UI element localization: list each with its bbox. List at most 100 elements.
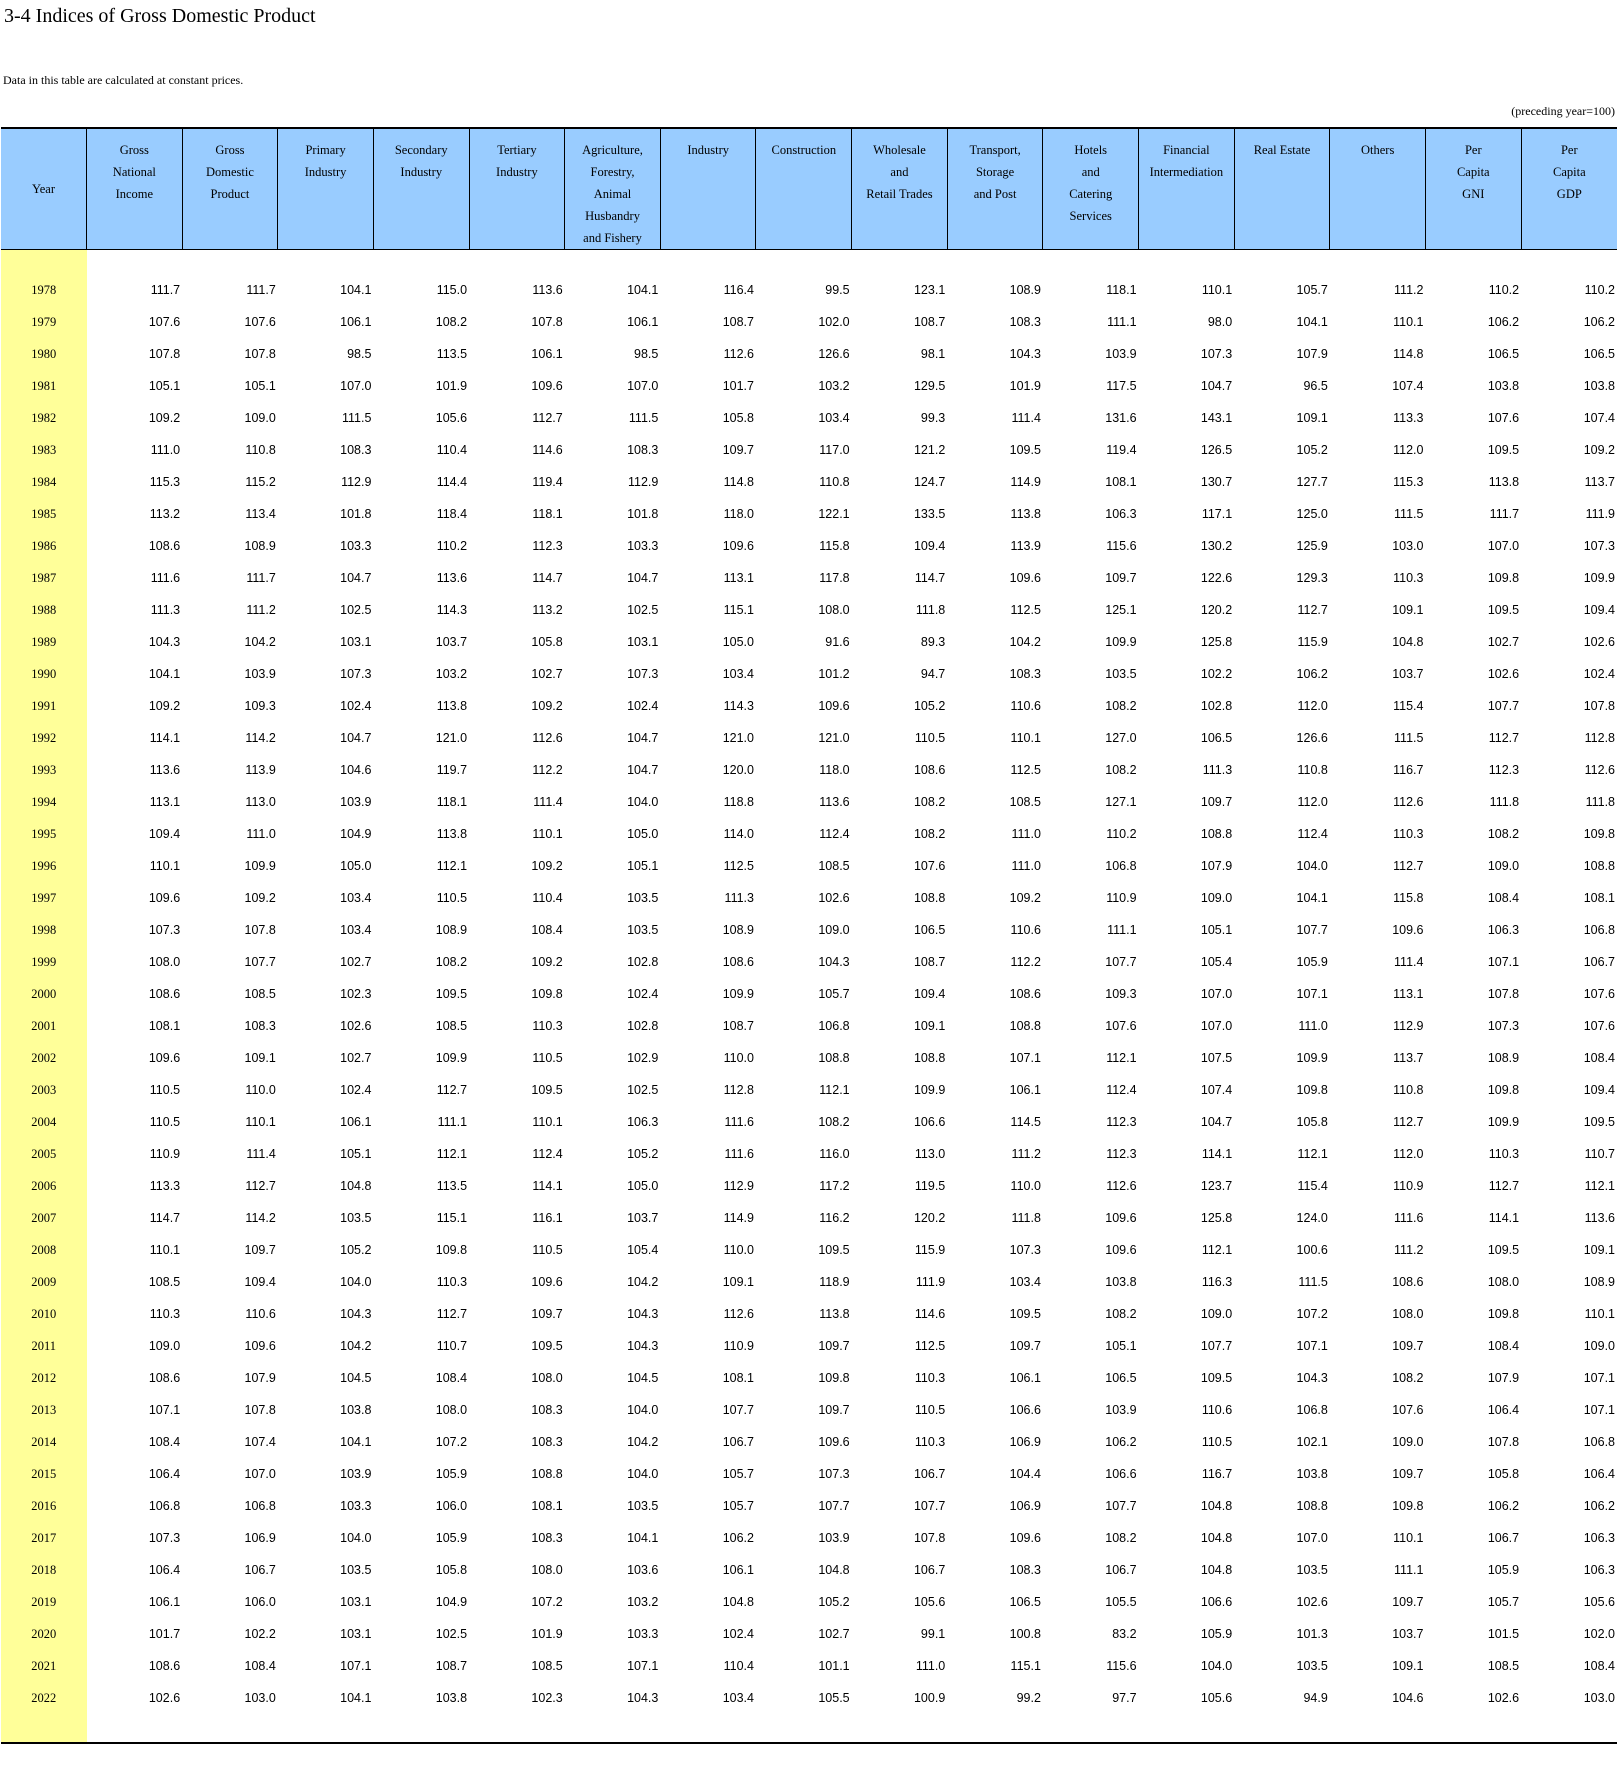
value-cell: 121.0 <box>722 731 754 745</box>
value-cell: 126.6 <box>818 347 850 361</box>
value-cell: 116.2 <box>819 1211 850 1225</box>
value-cell: 109.9 <box>1583 571 1615 585</box>
value-cell: 108.6 <box>148 1659 181 1673</box>
value-cell: 112.0 <box>1393 443 1424 457</box>
value-cell: 109.5 <box>531 1083 563 1097</box>
value-cell: 103.4 <box>340 923 372 937</box>
value-cell: 105.8 <box>1487 1467 1520 1481</box>
value-cell: 106.7 <box>1105 1563 1137 1577</box>
value-cell: 109.7 <box>531 1307 563 1321</box>
table-row: 1978 111.7 111.7 104.1 115.0 113.6 104.1 116.4 9… <box>1 274 1617 306</box>
value-cell: 115.9 <box>914 1243 946 1257</box>
value-cell: 114.1 <box>149 731 181 745</box>
value-cell: 106.2 <box>1105 1435 1137 1449</box>
value-cell: 113.9 <box>245 763 276 777</box>
column-header-line: National <box>112 165 156 179</box>
value-cell: 104.4 <box>1009 1467 1041 1481</box>
value-cell: 104.2 <box>1009 635 1041 649</box>
value-cell: 106.8 <box>148 1499 181 1513</box>
value-cell: 109.0 <box>1583 1339 1615 1353</box>
value-cell: 103.6 <box>627 1563 659 1577</box>
value-cell: 109.6 <box>1009 571 1041 585</box>
value-cell: 118.1 <box>436 795 468 809</box>
value-cell: 99.5 <box>825 283 850 297</box>
value-cell: 103.0 <box>1392 539 1424 553</box>
value-cell: 113.0 <box>245 795 276 809</box>
value-cell: 103.5 <box>627 1499 659 1513</box>
value-cell: 109.0 <box>818 923 850 937</box>
value-cell: 112.6 <box>1106 1179 1137 1193</box>
value-cell: 106.3 <box>1487 923 1520 937</box>
column-header: Real Estate <box>1233 128 1330 250</box>
value-cell: 103.9 <box>244 667 276 681</box>
value-cell: 108.8 <box>913 1051 946 1065</box>
value-cell: 112.7 <box>1488 731 1520 745</box>
value-cell: 105.7 <box>818 987 850 1001</box>
value-cell: 109.6 <box>818 1435 850 1449</box>
value-cell: 102.5 <box>627 1083 659 1097</box>
value-cell: 109.8 <box>435 1243 468 1257</box>
value-cell: 115.4 <box>1297 1179 1328 1193</box>
value-cell: 108.0 <box>1487 1275 1520 1289</box>
value-cell: 107.0 <box>1487 539 1520 553</box>
value-cell: 89.3 <box>920 635 946 649</box>
value-cell: 104.6 <box>340 763 372 777</box>
value-cell: 117.1 <box>1201 507 1233 521</box>
value-cell: 103.0 <box>244 1691 276 1705</box>
value-cell: 102.6 <box>818 891 850 905</box>
value-cell: 112.7 <box>1488 1179 1520 1193</box>
value-cell: 111.4 <box>1394 955 1424 969</box>
value-cell: 108.3 <box>1009 1563 1041 1577</box>
value-cell: 108.4 <box>1487 891 1520 905</box>
value-cell: 108.9 <box>722 923 754 937</box>
value-cell: 118.8 <box>723 795 754 809</box>
value-cell: 108.8 <box>1296 1499 1328 1513</box>
value-cell: 109.7 <box>818 1403 850 1417</box>
value-cell: 114.1 <box>532 1179 563 1193</box>
value-cell: 100.9 <box>913 1691 946 1705</box>
value-cell: 103.5 <box>340 1211 372 1225</box>
value-cell: 107.6 <box>913 859 946 873</box>
value-cell: 105.8 <box>722 411 754 425</box>
value-cell: 107.6 <box>1583 987 1615 1001</box>
spacer-cell <box>1330 1714 1426 1743</box>
value-cell: 107.1 <box>1583 1371 1615 1385</box>
value-cell: 109.4 <box>1583 1083 1615 1097</box>
value-cell: 125.0 <box>1296 507 1328 521</box>
value-cell: 112.8 <box>723 1083 754 1097</box>
table-row: 1989 104.3 104.2 103.1 103.7 105.8 103.1 105.0 9… <box>1 626 1617 658</box>
value-cell: 106.2 <box>722 1531 754 1545</box>
table-row: 2015 106.4 107.0 103.9 105.9 108.8 104.0 105.7 1… <box>1 1458 1617 1490</box>
year-cell: 2000 <box>1 978 87 1010</box>
column-header-line: Financial <box>1163 143 1210 157</box>
value-cell: 103.8 <box>1583 379 1615 393</box>
column-header: Year <box>1 128 87 250</box>
value-cell: 103.3 <box>627 539 659 553</box>
year-cell: 1985 <box>1 498 87 530</box>
value-cell: 104.1 <box>340 283 372 297</box>
value-cell: 105.2 <box>1296 443 1328 457</box>
value-cell: 116.4 <box>723 283 754 297</box>
value-cell: 106.2 <box>1487 315 1520 329</box>
value-cell: 94.9 <box>1303 1691 1328 1705</box>
table-row: 1981 105.1 105.1 107.0 101.9 109.6 107.0 101.7 1… <box>1 370 1617 402</box>
value-cell: 102.3 <box>531 1691 563 1705</box>
value-cell: 106.1 <box>1009 1371 1041 1385</box>
value-cell: 100.6 <box>1296 1243 1328 1257</box>
value-cell: 108.8 <box>818 1051 850 1065</box>
spacer-cell <box>182 250 278 275</box>
value-cell: 112.7 <box>1297 603 1328 617</box>
value-cell: 112.5 <box>1010 763 1041 777</box>
column-header: Tertiary Industry <box>468 128 565 250</box>
value-cell: 109.9 <box>913 1083 946 1097</box>
value-cell: 104.3 <box>1296 1371 1328 1385</box>
value-cell: 110.9 <box>723 1339 754 1353</box>
value-cell: 113.6 <box>819 795 850 809</box>
value-cell: 113.1 <box>1393 987 1424 1001</box>
value-cell: 111.8 <box>915 603 946 617</box>
spacer-cell <box>756 250 852 275</box>
value-cell: 113.8 <box>436 827 468 841</box>
value-cell: 114.2 <box>245 731 276 745</box>
value-cell: 108.2 <box>435 315 468 329</box>
value-cell: 107.4 <box>1392 379 1424 393</box>
